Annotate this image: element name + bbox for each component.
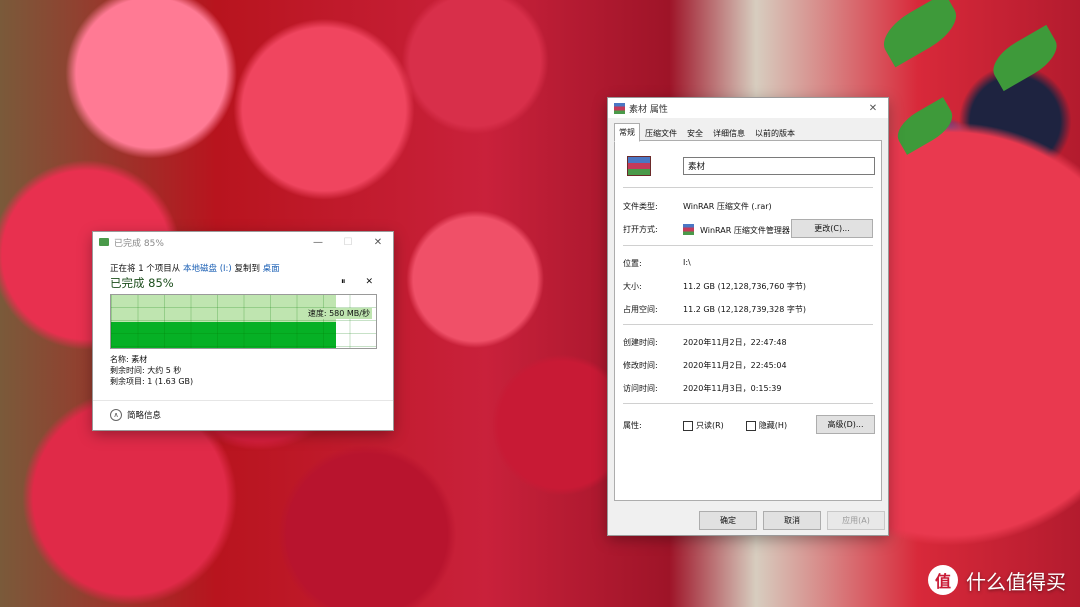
pause-icon[interactable]: ⏸: [341, 277, 346, 287]
speed-label: 速度: 580 MB/秒: [305, 308, 372, 319]
location-value: I:\: [683, 258, 691, 267]
ok-button[interactable]: 确定: [699, 511, 757, 530]
close-icon[interactable]: ✕: [365, 277, 373, 287]
maximize-button: ☐: [343, 236, 353, 248]
hidden-checkbox[interactable]: 隐藏(H): [745, 420, 788, 431]
open-with-row: 打开方式: WinRAR 压缩文件管理器: [623, 224, 790, 236]
general-tab-panel: 素材 文件类型: WinRAR 压缩文件 (.rar) 打开方式: WinRAR…: [614, 140, 882, 501]
readonly-label: 只读(R): [696, 421, 724, 430]
leaf-decoration: [891, 97, 959, 155]
open-with-label: 打开方式:: [623, 225, 658, 234]
copy-line-mid: 复制到: [234, 264, 260, 274]
size-label: 大小:: [623, 282, 642, 291]
close-window-button[interactable]: ✕: [858, 98, 888, 118]
rar-file-icon: [627, 156, 651, 176]
copy-details: 名称: 素材 剩余时间: 大约 5 秒 剩余项目: 1 (1.63 GB): [110, 354, 193, 387]
type-row: 文件类型: WinRAR 压缩文件 (.rar): [623, 201, 772, 212]
accessed-label: 访问时间:: [623, 384, 658, 393]
rar-title-icon: [614, 102, 625, 114]
created-value: 2020年11月2日，22:47:48: [683, 338, 787, 347]
destination-link[interactable]: 桌面: [263, 264, 280, 274]
watermark-text: 什么值得买: [966, 569, 1066, 594]
less-details-label: 简略信息: [127, 411, 162, 421]
size-row: 大小: 11.2 GB (12,128,736,760 字节): [623, 281, 806, 292]
created-row: 创建时间: 2020年11月2日，22:47:48: [623, 337, 787, 348]
name-row: 名称: 素材: [110, 355, 148, 364]
copy-progress-dialog: 已完成 85% — ☐ ✕ 正在将 1 个项目从 本地磁盘 (I:) 复制到 桌…: [93, 232, 393, 430]
type-value: WinRAR 压缩文件 (.rar): [683, 202, 772, 211]
leaf-decoration: [875, 0, 965, 68]
accessed-row: 访问时间: 2020年11月3日，0:15:39: [623, 383, 781, 394]
file-name-field[interactable]: 素材: [683, 157, 875, 175]
disk-size-label: 占用空间:: [623, 305, 658, 314]
copy-titlebar: 已完成 85% — ☐ ✕: [93, 232, 393, 252]
copy-icon: [99, 238, 109, 246]
divider: [623, 187, 873, 188]
modified-label: 修改时间:: [623, 361, 658, 370]
leaf-decoration: [985, 24, 1065, 92]
disk-size-value: 11.2 GB (12,128,739,328 字节): [683, 305, 806, 314]
copy-description: 正在将 1 个项目从 本地磁盘 (I:) 复制到 桌面: [110, 262, 280, 274]
attributes-row: 属性: 只读(R) 隐藏(H): [623, 420, 787, 431]
divider: [623, 245, 873, 246]
apply-button: 应用(A): [827, 511, 885, 530]
less-details-button[interactable]: ∧ 简略信息: [110, 409, 161, 421]
location-row: 位置: I:\: [623, 258, 691, 269]
size-value: 11.2 GB (12,128,736,760 字节): [683, 282, 806, 291]
winrar-icon: [683, 224, 694, 235]
readonly-checkbox[interactable]: 只读(R): [683, 420, 724, 431]
hidden-label: 隐藏(H): [758, 421, 788, 430]
advanced-button[interactable]: 高级(D)...: [816, 415, 875, 434]
modified-value: 2020年11月2日，22:45:04: [683, 361, 787, 370]
items-left-row: 剩余项目: 1 (1.63 GB): [110, 377, 194, 386]
change-button[interactable]: 更改(C)...: [791, 219, 873, 238]
percent-complete: 已完成 85%: [110, 276, 174, 290]
copy-line-prefix: 正在将 1 个项目从: [110, 264, 181, 274]
watermark-logo: 值: [928, 565, 958, 595]
copy-title: 已完成 85%: [114, 238, 164, 249]
checkbox-box: [683, 420, 693, 431]
source-link[interactable]: 本地磁盘 (I:): [183, 264, 232, 274]
close-window-button[interactable]: ✕: [363, 232, 393, 252]
tab-general[interactable]: 常规: [614, 123, 640, 142]
checkbox-box: [745, 420, 756, 431]
open-with-value: WinRAR 压缩文件管理器: [683, 224, 790, 236]
attributes-label: 属性:: [623, 421, 642, 430]
transfer-graph: 速度: 580 MB/秒: [110, 294, 377, 349]
accessed-value: 2020年11月3日，0:15:39: [683, 384, 782, 393]
divider: [623, 403, 873, 404]
chevron-up-icon: ∧: [110, 409, 122, 421]
minimize-button[interactable]: —: [303, 232, 333, 252]
cancel-button[interactable]: 取消: [763, 511, 821, 530]
divider: [93, 400, 393, 401]
location-label: 位置:: [623, 259, 642, 268]
type-label: 文件类型:: [623, 202, 658, 211]
watermark: 值 什么值得买: [928, 565, 1066, 595]
created-label: 创建时间:: [623, 338, 658, 347]
divider: [623, 324, 873, 325]
open-with-app: WinRAR 压缩文件管理器: [700, 226, 790, 235]
modified-row: 修改时间: 2020年11月2日，22:45:04: [623, 360, 787, 371]
properties-titlebar: 素材 属性 ✕: [608, 98, 888, 118]
disk-size-row: 占用空间: 11.2 GB (12,128,739,328 字节): [623, 304, 806, 315]
properties-dialog: 素材 属性 ✕ 常规 压缩文件 安全 详细信息 以前的版本 素材 文件类型: W…: [608, 98, 888, 535]
time-left-row: 剩余时间: 大约 5 秒: [110, 366, 182, 375]
properties-title: 素材 属性: [629, 104, 668, 115]
graph-grid: [111, 295, 376, 348]
